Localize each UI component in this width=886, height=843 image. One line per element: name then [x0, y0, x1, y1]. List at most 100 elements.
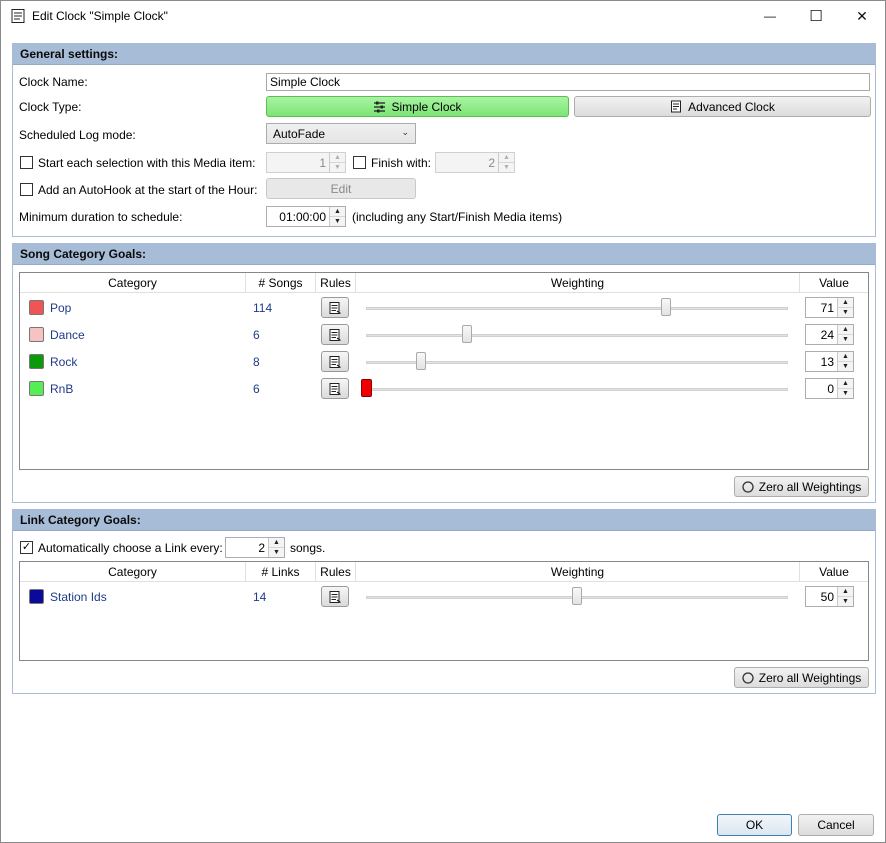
spin-down-icon[interactable]: ▼: [330, 217, 345, 226]
spin-up-icon[interactable]: ▲: [838, 298, 853, 308]
column-header-value[interactable]: Value: [800, 273, 868, 293]
zero-song-weightings-label: Zero all Weightings: [758, 479, 862, 494]
simple-clock-button[interactable]: Simple Clock: [266, 96, 569, 117]
log-mode-select[interactable]: AutoFade ⌄: [266, 123, 416, 144]
ok-button[interactable]: OK: [717, 814, 792, 836]
general-settings-header: General settings:: [13, 44, 875, 65]
spin-up-icon[interactable]: ▲: [269, 538, 284, 548]
column-header-weighting[interactable]: Weighting: [356, 273, 800, 293]
spin-down-icon[interactable]: ▼: [838, 597, 853, 606]
weighting-slider-thumb[interactable]: [361, 379, 372, 397]
column-header-category[interactable]: Category: [20, 273, 246, 293]
column-header-rules[interactable]: Rules: [316, 273, 356, 293]
category-count: 6: [253, 382, 260, 396]
category-name[interactable]: Pop: [50, 301, 71, 315]
rules-icon: [329, 590, 341, 603]
auto-link-spinner[interactable]: 2 ▲ ▼: [225, 537, 285, 558]
advanced-clock-icon: [671, 100, 682, 113]
column-header-value[interactable]: Value: [800, 562, 868, 582]
category-count: 114: [253, 301, 273, 315]
auto-link-checkbox[interactable]: ✓: [20, 541, 33, 554]
rules-button[interactable]: [321, 378, 349, 399]
spin-down-icon[interactable]: ▼: [838, 308, 853, 317]
clock-type-label: Clock Type:: [19, 100, 82, 114]
weighting-value: 0: [827, 382, 834, 396]
category-count: 14: [253, 590, 267, 604]
weighting-value-spinner[interactable]: 50 ▲ ▼: [805, 586, 854, 607]
start-media-checkbox[interactable]: [20, 156, 33, 169]
check-icon: ✓: [21, 541, 32, 553]
song-goals-header: Song Category Goals:: [13, 244, 875, 265]
simple-clock-label: Simple Clock: [391, 99, 462, 114]
category-color-swatch: [29, 354, 44, 369]
spin-up-icon[interactable]: ▲: [838, 352, 853, 362]
clock-name-label: Clock Name:: [19, 75, 88, 89]
weighting-slider-thumb[interactable]: [660, 298, 671, 316]
weighting-value-spinner[interactable]: 71 ▲ ▼: [805, 297, 854, 318]
spin-up-icon[interactable]: ▲: [499, 153, 514, 163]
spin-down-icon[interactable]: ▼: [838, 362, 853, 371]
spin-down-icon[interactable]: ▼: [330, 163, 345, 172]
category-name[interactable]: RnB: [50, 382, 73, 396]
weighting-slider-track[interactable]: [366, 388, 788, 391]
spin-down-icon[interactable]: ▼: [838, 335, 853, 344]
spin-up-icon[interactable]: ▲: [838, 587, 853, 597]
spin-up-icon[interactable]: ▲: [838, 325, 853, 335]
column-header-count[interactable]: # Links: [246, 562, 316, 582]
weighting-slider-thumb[interactable]: [572, 587, 582, 605]
rules-button[interactable]: [321, 297, 349, 318]
spin-down-icon[interactable]: ▼: [269, 548, 284, 557]
min-duration-spinner[interactable]: 01:00:00 ▲ ▼: [266, 206, 346, 227]
finish-with-checkbox[interactable]: [353, 156, 366, 169]
rules-button[interactable]: [321, 586, 349, 607]
rules-icon: [329, 301, 341, 314]
finish-with-value: 2: [488, 156, 495, 170]
spin-up-icon[interactable]: ▲: [330, 153, 345, 163]
autohook-checkbox[interactable]: [20, 183, 33, 196]
advanced-clock-button[interactable]: Advanced Clock: [574, 96, 871, 117]
song-goals-table: Category # Songs Rules Weighting Value P…: [19, 272, 869, 470]
finish-with-spinner[interactable]: 2 ▲ ▼: [435, 152, 515, 173]
weighting-slider-track[interactable]: [366, 361, 788, 364]
minimize-button[interactable]: —: [747, 1, 793, 31]
spin-down-icon[interactable]: ▼: [499, 163, 514, 172]
column-header-count[interactable]: # Songs: [246, 273, 316, 293]
category-name[interactable]: Station Ids: [50, 590, 107, 604]
column-header-category[interactable]: Category: [20, 562, 246, 582]
spin-up-icon[interactable]: ▲: [838, 379, 853, 389]
rules-button[interactable]: [321, 351, 349, 372]
weighting-value-spinner[interactable]: 0 ▲ ▼: [805, 378, 854, 399]
clock-name-input[interactable]: Simple Clock: [266, 73, 870, 91]
rules-button[interactable]: [321, 324, 349, 345]
close-button[interactable]: ✕: [839, 1, 885, 31]
rules-icon: [329, 328, 341, 341]
cancel-button[interactable]: Cancel: [798, 814, 874, 836]
window-title: Edit Clock "Simple Clock": [32, 9, 168, 23]
start-media-spinner[interactable]: 1 ▲ ▼: [266, 152, 346, 173]
circle-icon: [742, 480, 754, 493]
close-icon: ✕: [856, 7, 868, 24]
edit-clock-dialog: Edit Clock "Simple Clock" — ☐ ✕ General …: [0, 0, 886, 843]
spin-down-icon[interactable]: ▼: [838, 389, 853, 398]
weighting-slider-thumb[interactable]: [415, 352, 426, 370]
maximize-button[interactable]: ☐: [793, 1, 839, 31]
column-header-rules[interactable]: Rules: [316, 562, 356, 582]
weighting-value-spinner[interactable]: 24 ▲ ▼: [805, 324, 854, 345]
weighting-slider-track[interactable]: [366, 307, 788, 310]
auto-link-suffix: songs.: [290, 541, 326, 555]
weighting-slider-track[interactable]: [366, 334, 788, 337]
table-header: Category # Links Rules Weighting Value: [20, 562, 868, 582]
circle-icon: [742, 671, 754, 684]
zero-link-weightings-button[interactable]: Zero all Weightings: [734, 667, 869, 688]
weighting-slider-thumb[interactable]: [462, 325, 473, 343]
column-header-weighting[interactable]: Weighting: [356, 562, 800, 582]
zero-song-weightings-button[interactable]: Zero all Weightings: [734, 476, 869, 497]
log-mode-label: Scheduled Log mode:: [19, 128, 136, 142]
spin-up-icon[interactable]: ▲: [330, 207, 345, 217]
rules-icon: [329, 382, 341, 395]
table-row: Dance 6 24 ▲ ▼: [20, 321, 868, 348]
weighting-value-spinner[interactable]: 13 ▲ ▼: [805, 351, 854, 372]
category-name[interactable]: Rock: [50, 355, 77, 369]
edit-autohook-button[interactable]: Edit: [266, 178, 416, 199]
category-name[interactable]: Dance: [50, 328, 85, 342]
